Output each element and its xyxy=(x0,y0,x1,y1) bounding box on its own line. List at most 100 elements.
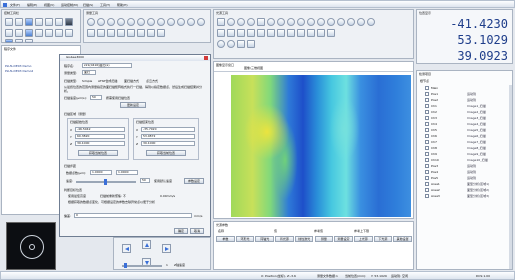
mode-option-pointcloud[interactable]: 点云方式 xyxy=(146,80,158,83)
judge-option1[interactable]: 使用最佳高度 xyxy=(68,195,86,198)
tree-checkbox[interactable] xyxy=(425,140,429,144)
param-tab[interactable]: 其他设置 xyxy=(393,236,412,242)
light-down-icon[interactable] xyxy=(247,40,255,48)
image-view-tab[interactable]: 图像/三维视图 xyxy=(244,67,263,70)
speed-checkbox[interactable]: 按需使用扫描位置 xyxy=(106,97,130,100)
camera-icon[interactable] xyxy=(65,18,73,26)
undo-icon[interactable] xyxy=(5,29,13,37)
tree-checkbox[interactable] xyxy=(425,104,429,108)
distance-icon[interactable] xyxy=(87,29,95,37)
symmetry-icon[interactable] xyxy=(127,29,135,37)
tree-row[interactable]: Area3 面型分析(区域3) xyxy=(417,193,497,199)
tree-checkbox[interactable] xyxy=(425,188,429,192)
back-light-icon[interactable] xyxy=(237,18,245,26)
sphere-icon[interactable] xyxy=(177,18,185,26)
tree-checkbox[interactable] xyxy=(425,98,429,102)
arc-icon[interactable] xyxy=(117,18,125,26)
start-x-field[interactable]: -46.5042 xyxy=(75,127,125,132)
circle-icon[interactable] xyxy=(107,18,115,26)
save-icon[interactable] xyxy=(25,18,33,26)
get-start-position-button[interactable]: 获取当前位置 xyxy=(78,150,118,156)
param-tab[interactable]: 参数 xyxy=(216,236,235,242)
get-end-position-button[interactable]: 获取当前位置 xyxy=(146,150,186,156)
tree-checkbox[interactable] xyxy=(425,146,429,150)
snapshot-icon[interactable] xyxy=(297,29,305,37)
tolerance-field[interactable]: 0 xyxy=(74,213,192,218)
plane-icon[interactable] xyxy=(157,18,165,26)
light-off-icon[interactable] xyxy=(227,40,235,48)
tree-checkbox[interactable] xyxy=(425,134,429,138)
end-z-field[interactable]: 39.1000 xyxy=(141,141,195,146)
auto-focus-icon[interactable] xyxy=(267,18,275,26)
tree-root[interactable]: 根节点 xyxy=(420,80,429,83)
offset-icon[interactable] xyxy=(137,29,145,37)
angle-icon[interactable] xyxy=(197,18,205,26)
zoom-in-icon[interactable] xyxy=(5,39,13,43)
param-tab[interactable]: 测量设定 xyxy=(334,236,353,242)
ok-button[interactable]: 确定 xyxy=(174,228,188,234)
contrast-icon[interactable] xyxy=(287,18,295,26)
rate-settings-button[interactable]: 参数设定 xyxy=(184,178,204,184)
speed-slider-thumb[interactable] xyxy=(124,263,127,268)
param-tab[interactable]: 线性激光 xyxy=(294,236,314,242)
speed-slider-track[interactable] xyxy=(122,265,162,267)
ellipse-icon[interactable] xyxy=(127,18,135,26)
fit-icon[interactable] xyxy=(25,39,33,43)
focus-icon[interactable] xyxy=(257,18,265,26)
tree-checkbox[interactable] xyxy=(425,122,429,126)
step-y-field[interactable]: 1.0000 xyxy=(116,170,138,175)
grid-icon[interactable] xyxy=(217,29,225,37)
slot-icon[interactable] xyxy=(147,18,155,26)
menu-item-motion[interactable]: 运动控制(M) xyxy=(61,4,78,7)
menu-item-help[interactable]: 帮助(H) xyxy=(117,4,128,7)
ruler-icon[interactable] xyxy=(237,29,245,37)
tree-checkbox[interactable] xyxy=(425,194,429,198)
brightness-icon[interactable] xyxy=(277,18,285,26)
coaxial-light-icon[interactable] xyxy=(227,18,235,26)
start-y-field[interactable]: 60.3820 xyxy=(75,134,125,139)
tree-checkbox[interactable] xyxy=(425,158,429,162)
tree-checkbox[interactable] xyxy=(425,176,429,180)
home-icon[interactable] xyxy=(55,29,63,37)
rate-checkbox[interactable]: 使用默认速度 xyxy=(154,180,172,183)
apply-button[interactable]: 更新设定 xyxy=(120,102,146,108)
menu-item-file[interactable]: 文件(F) xyxy=(10,4,20,7)
record-icon[interactable] xyxy=(307,29,315,37)
param-tab[interactable]: 上光源 xyxy=(353,236,373,242)
judge-option2[interactable]: 扫描前重新聚焦: 不 xyxy=(100,195,126,198)
tree-checkbox[interactable] xyxy=(425,152,429,156)
cut-icon[interactable] xyxy=(35,18,43,26)
tree-checkbox[interactable] xyxy=(425,170,429,174)
cancel-button[interactable]: 取消 xyxy=(190,228,204,234)
rect-icon[interactable] xyxy=(137,18,145,26)
tree-checkbox[interactable] xyxy=(425,92,429,96)
intersect-icon[interactable] xyxy=(117,29,125,37)
zoom-lens-icon[interactable] xyxy=(347,18,355,26)
overlay-icon[interactable] xyxy=(287,29,295,37)
line-icon[interactable] xyxy=(97,18,105,26)
histogram-icon[interactable] xyxy=(267,29,275,37)
tree-checkbox[interactable] xyxy=(425,116,429,120)
project-icon[interactable] xyxy=(157,29,165,37)
end-y-field[interactable]: 53.0872 xyxy=(141,134,195,139)
zoom-out-icon[interactable] xyxy=(15,39,23,43)
run-icon[interactable] xyxy=(25,29,33,37)
tree-checkbox[interactable] xyxy=(425,182,429,186)
height-icon[interactable] xyxy=(107,29,115,37)
jog-up-button[interactable] xyxy=(142,240,151,249)
param-tab[interactable]: 背光源 xyxy=(275,236,294,242)
palette-icon[interactable] xyxy=(317,29,325,37)
param-tab[interactable]: 测量 xyxy=(314,236,334,242)
threshold-icon[interactable] xyxy=(277,29,285,37)
tangent-icon[interactable] xyxy=(147,29,155,37)
tree-checkbox[interactable] xyxy=(425,86,429,90)
polarizer-icon[interactable] xyxy=(357,18,365,26)
param-tab[interactable]: 同轴光 xyxy=(255,236,275,242)
light-on-icon[interactable] xyxy=(217,40,225,48)
cylinder-icon[interactable] xyxy=(167,18,175,26)
crosshair-icon[interactable] xyxy=(227,29,235,37)
ring-light-icon[interactable] xyxy=(217,18,225,26)
menu-item-view[interactable]: 视图(V) xyxy=(44,4,54,7)
point-icon[interactable] xyxy=(87,18,95,26)
tree-checkbox[interactable] xyxy=(425,128,429,132)
